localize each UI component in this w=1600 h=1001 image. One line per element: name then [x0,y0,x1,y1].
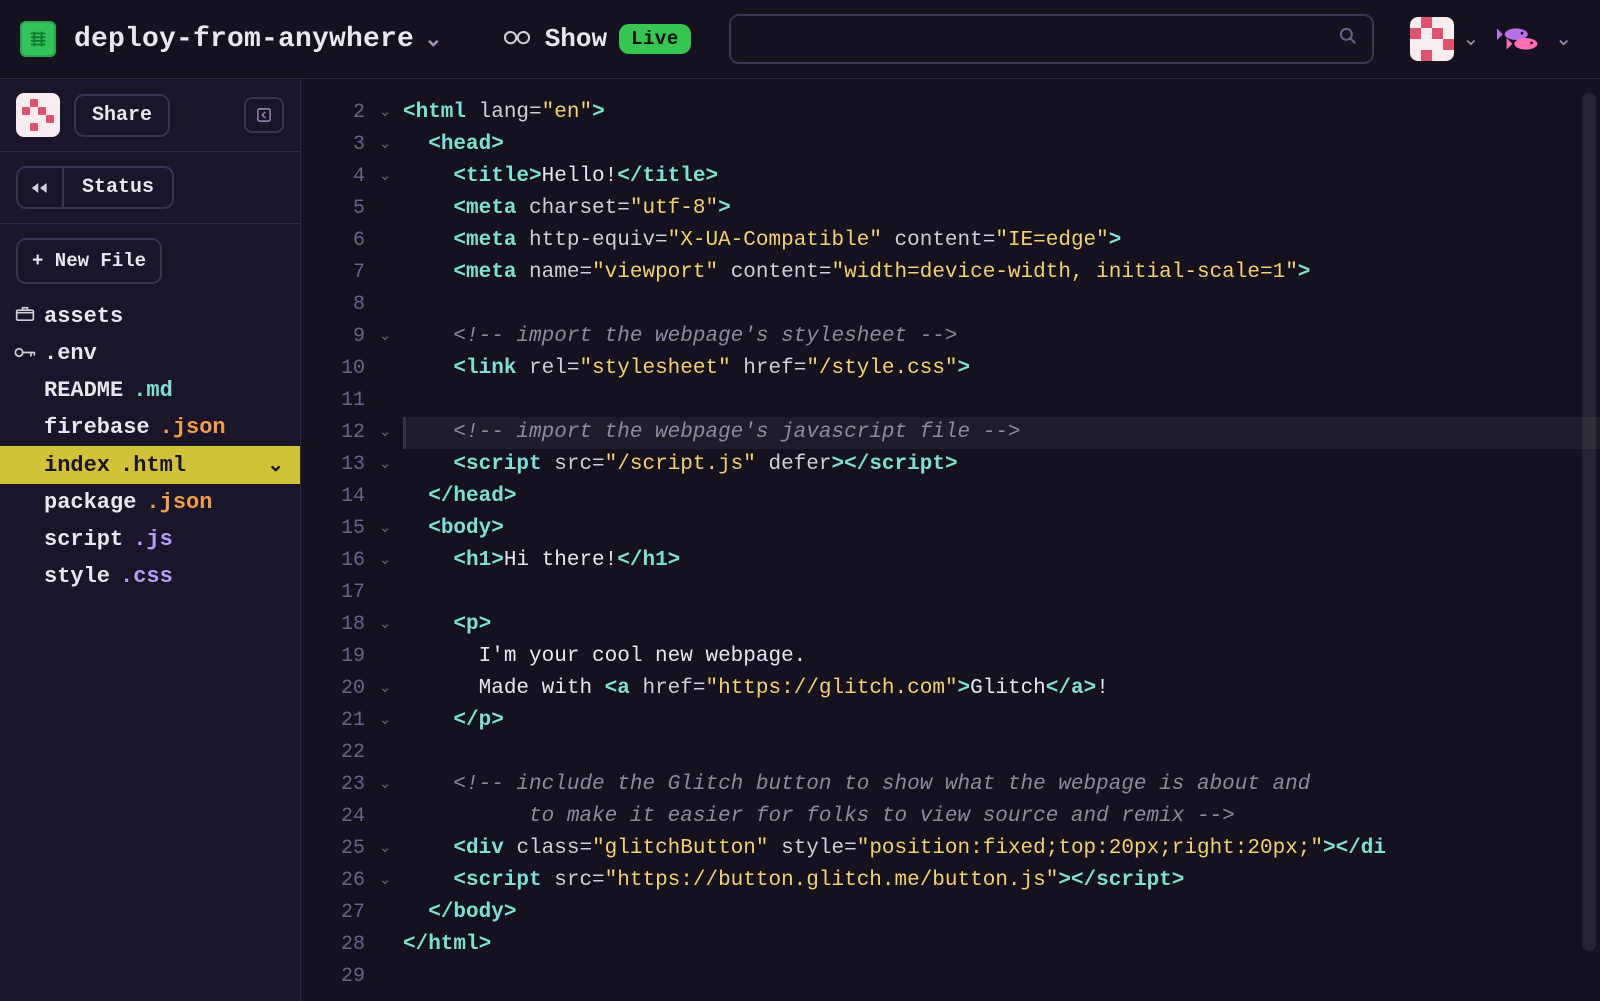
show-toggle[interactable]: Show Live [501,24,691,54]
file-item-index.html[interactable]: index .html ⌄ [0,446,300,484]
user-menu[interactable]: ⌄ [1410,17,1479,61]
main-area: Share Status + New File assets.envREA [0,79,1600,1001]
code-line[interactable]: Made with <a href="https://glitch.com">G… [403,673,1600,705]
file-item-env[interactable]: .env [0,335,300,372]
sunglasses-icon [501,25,533,54]
code-line[interactable]: to make it easier for folks to view sour… [403,801,1600,833]
file-name: package [44,490,136,515]
file-item-script.js[interactable]: script .js [0,521,300,558]
code-line[interactable]: <p> [403,609,1600,641]
sidebar-top: Share [0,79,300,152]
file-name: style [44,564,110,589]
code-content[interactable]: <html lang="en"> <head> <title>Hello!</t… [395,79,1600,1001]
file-name: README [44,378,123,403]
show-label: Show [545,24,607,54]
code-line[interactable]: I'm your cool new webpage. [403,641,1600,673]
code-line[interactable]: <!-- import the webpage's javascript fil… [403,417,1600,449]
rewind-icon [30,180,50,196]
code-line[interactable] [403,737,1600,769]
share-button[interactable]: Share [74,94,170,137]
live-badge: Live [619,24,691,54]
code-line[interactable]: <title>Hello!</title> [403,161,1600,193]
line-number-gutter: 2345678910111213141516171819202122232425… [301,79,375,1001]
code-line[interactable]: <meta charset="utf-8"> [403,193,1600,225]
file-ext: .css [120,564,173,589]
fish-icon [1497,21,1547,57]
search-input[interactable] [747,28,1339,50]
app-header: deploy-from-anywhere ⌄ Show Live [0,0,1600,79]
code-line[interactable]: </p> [403,705,1600,737]
code-line[interactable]: <head> [403,129,1600,161]
file-item-firebase.json[interactable]: firebase .json [0,409,300,446]
user-avatar-icon [1410,17,1454,61]
search-bar[interactable] [729,14,1375,64]
project-avatar-icon[interactable] [16,93,60,137]
code-line[interactable]: </head> [403,481,1600,513]
file-ext: .json [160,415,226,440]
chevron-down-icon[interactable]: ⌄ [267,452,284,478]
header-right: ⌄ ⌄ [1410,17,1572,61]
project-name-label: deploy-from-anywhere [74,24,414,55]
collapse-sidebar-button[interactable] [244,97,284,133]
code-line[interactable]: </html> [403,929,1600,961]
team-menu[interactable]: ⌄ [1497,21,1572,57]
code-line[interactable] [403,577,1600,609]
key-icon [14,341,36,366]
file-name: assets [44,304,123,329]
chevron-down-icon: ⌄ [424,27,443,53]
rewind-button[interactable] [18,168,64,207]
file-name: index [44,453,110,478]
file-name: firebase [44,415,150,440]
file-item-style.css[interactable]: style .css [0,558,300,595]
code-line[interactable]: <meta http-equiv="X-UA-Compatible" conte… [403,225,1600,257]
glitch-logo-icon[interactable] [20,21,56,57]
code-line[interactable]: <script src="/script.js" defer></script> [403,449,1600,481]
collapse-icon [257,108,271,122]
search-icon [1338,26,1358,53]
chevron-down-icon: ⌄ [1555,26,1572,52]
file-ext: .md [133,378,173,403]
fold-gutter[interactable]: ⌄⌄⌄⌄⌄⌄⌄⌄⌄⌄⌄⌄⌄⌄ [375,79,395,1001]
file-item-assets[interactable]: assets [0,298,300,335]
code-line[interactable]: <html lang="en"> [403,97,1600,129]
status-row: Status [0,152,300,224]
new-file-button[interactable]: + New File [16,238,162,284]
chevron-down-icon: ⌄ [1462,26,1479,52]
code-line[interactable] [403,385,1600,417]
file-item-package.json[interactable]: package .json [0,484,300,521]
file-list: assets .env README .md firebase .json index .ht… [0,298,300,595]
code-line[interactable]: <meta name="viewport" content="width=dev… [403,257,1600,289]
status-pill: Status [16,166,174,209]
file-name: .env [44,341,97,366]
file-item-README.md[interactable]: README .md [0,372,300,409]
project-name-dropdown[interactable]: deploy-from-anywhere ⌄ [74,24,443,55]
code-line[interactable]: <body> [403,513,1600,545]
code-line[interactable] [403,961,1600,993]
editor-scrollbar[interactable] [1582,93,1596,987]
code-line[interactable] [403,289,1600,321]
scrollbar-thumb[interactable] [1582,93,1596,951]
code-line[interactable]: <h1>Hi there!</h1> [403,545,1600,577]
code-line[interactable]: <!-- import the webpage's stylesheet --> [403,321,1600,353]
sidebar: Share Status + New File assets.envREA [0,79,301,1001]
file-ext: .html [120,453,186,478]
code-line[interactable]: <script src="https://button.glitch.me/bu… [403,865,1600,897]
code-line[interactable]: <link rel="stylesheet" href="/style.css"… [403,353,1600,385]
status-button[interactable]: Status [64,168,172,207]
code-line[interactable]: <div class="glitchButton" style="positio… [403,833,1600,865]
file-ext: .js [133,527,173,552]
code-line[interactable]: <!-- include the Glitch button to show w… [403,769,1600,801]
assets-icon [14,304,36,329]
file-ext: .json [146,490,212,515]
code-line[interactable]: </body> [403,897,1600,929]
code-editor[interactable]: 2345678910111213141516171819202122232425… [301,79,1600,1001]
files-panel: + New File assets .env README .md firebase .j… [0,224,300,595]
file-name: script [44,527,123,552]
